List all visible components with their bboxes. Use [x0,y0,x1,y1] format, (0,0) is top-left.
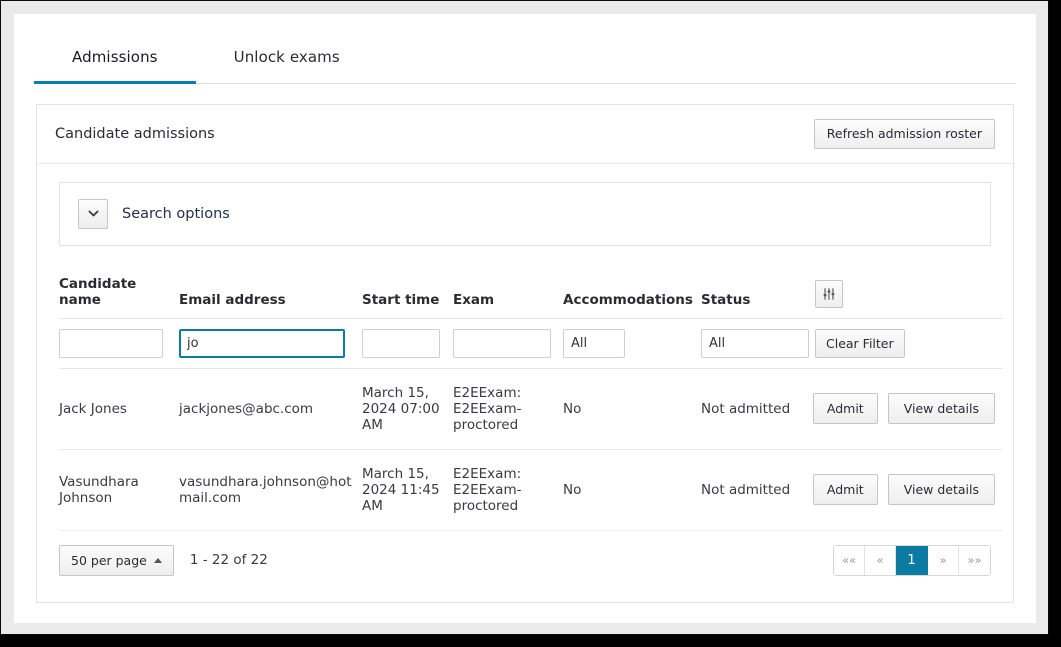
pagination: «« « 1 » »» [833,544,991,576]
row-action-group: Admit View details [812,393,995,425]
tab-unlock-exams[interactable]: Unlock exams [196,32,378,84]
per-page-label: 50 per page [71,552,147,568]
row-action-group: Admit View details [812,474,995,506]
pagination-first-button[interactable]: «« [834,545,865,575]
filter-candidate-name-input[interactable] [59,328,163,358]
pagination-last-button[interactable]: »» [959,545,990,575]
cell-email-address: jackjones@abc.com [179,368,362,450]
clear-filter-button[interactable]: Clear Filter [815,328,905,358]
cell-accommodations: No [563,368,701,450]
candidate-admissions-card: Candidate admissions Refresh admission r… [36,104,1014,603]
filter-cell-name [59,318,179,369]
refresh-admission-roster-button[interactable]: Refresh admission roster [813,119,995,149]
admit-button[interactable]: Admit [812,474,878,506]
admit-button[interactable]: Admit [812,393,878,425]
cell-status: Not admitted [701,449,815,531]
filter-cell-email [179,318,362,369]
column-header-exam[interactable]: Exam [453,275,563,319]
cell-actions: Admit View details [812,368,1003,450]
column-header-start-time[interactable]: Start time [362,275,453,319]
column-header-email-address[interactable]: Email address [179,275,362,319]
cell-candidate-name: Vasundhara Johnson [59,449,179,531]
pagination-prev-button[interactable]: « [865,545,896,575]
filter-status-select[interactable]: All [701,328,809,358]
page-title: Candidate admissions [55,125,215,142]
filter-cell-clear: Clear Filter [815,318,1003,369]
column-header-tools [815,275,1003,319]
cell-status: Not admitted [701,368,815,450]
card-body: Search options Candidate name Email addr… [37,164,1013,602]
per-page-selector[interactable]: 50 per page [59,544,174,576]
filter-cell-start-time [362,318,453,369]
filter-accommodations-select[interactable]: All [563,328,625,358]
table-header: Candidate name Email address Start time … [59,275,1003,319]
table-footer: 50 per page 1 - 22 of 22 «« « 1 » »» [59,531,991,592]
cell-start-time: March 15, 2024 07:00 AM [362,368,453,450]
tab-admissions[interactable]: Admissions [34,32,196,84]
admissions-table: Candidate name Email address Start time … [59,275,1003,531]
column-header-accommodations[interactable]: Accommodations [563,275,701,319]
filter-row: All All Clear Filter [59,318,1003,369]
cell-exam: E2EExam: E2EExam-proctored [453,449,563,531]
table-row: Jack Jones jackjones@abc.com March 15, 2… [59,368,1003,450]
table-header-row: Candidate name Email address Start time … [59,275,1003,319]
filter-cell-exam [453,318,563,369]
result-range-text: 1 - 22 of 22 [189,552,268,569]
card-header: Candidate admissions Refresh admission r… [37,105,1013,164]
pagination-next-button[interactable]: » [928,545,959,575]
search-options-label: Search options [122,205,230,222]
tab-unlock-exams-label: Unlock exams [233,47,340,66]
cell-start-time: March 15, 2024 11:45 AM [362,449,453,531]
column-header-status[interactable]: Status [701,275,815,319]
browser-viewport: Admissions Unlock exams Candidate admiss… [0,0,1049,635]
cell-actions: Admit View details [812,449,1003,531]
filter-exam-input[interactable] [453,328,551,358]
filter-email-address-input[interactable] [179,328,345,358]
column-header-candidate-name[interactable]: Candidate name [59,275,179,319]
cell-exam: E2EExam: E2EExam-proctored [453,368,563,450]
tab-admissions-label: Admissions [72,47,158,66]
caret-up-icon [153,557,162,563]
footer-left: 50 per page 1 - 22 of 22 [59,544,268,576]
filter-start-time-input[interactable] [362,328,440,358]
cell-candidate-name: Jack Jones [59,368,179,450]
tab-bar: Admissions Unlock exams [34,32,1016,84]
sliders-icon[interactable] [815,279,843,308]
view-details-button[interactable]: View details [887,474,995,506]
view-details-button[interactable]: View details [887,393,995,425]
pagination-page-1-button[interactable]: 1 [896,545,928,575]
table-row: Vasundhara Johnson vasundhara.johnson@ho… [59,449,1003,531]
chevron-down-icon[interactable] [78,198,108,229]
search-options-panel[interactable]: Search options [59,181,991,246]
cell-accommodations: No [563,449,701,531]
cell-email-address: vasundhara.johnson@hotmail.com [179,449,362,531]
filter-cell-accommodations: All [563,318,701,369]
filter-cell-status: All [701,318,815,369]
page-content: Admissions Unlock exams Candidate admiss… [14,14,1036,623]
